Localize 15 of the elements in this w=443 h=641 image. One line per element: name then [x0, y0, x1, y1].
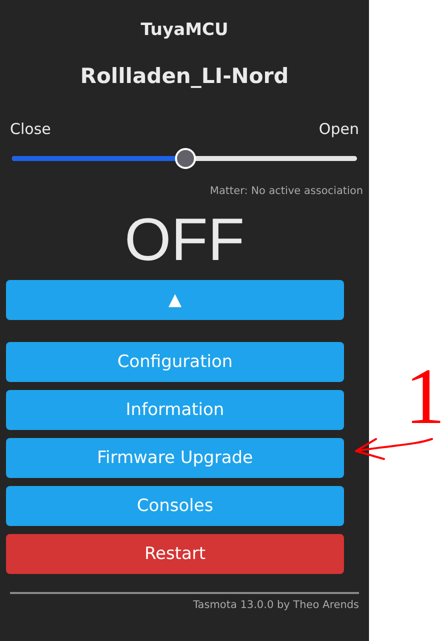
- power-state: OFF: [124, 209, 246, 271]
- menu-button[interactable]: Firmware Upgrade: [6, 438, 344, 478]
- up-button[interactable]: ▲: [6, 280, 344, 320]
- matter-status: Matter: No active association: [208, 184, 363, 198]
- close-label: Close: [10, 119, 51, 139]
- module-title: TuyaMCU: [140, 19, 230, 42]
- open-label: Open: [318, 119, 359, 139]
- annotation-number: 1: [405, 352, 443, 442]
- slider-thumb[interactable]: [174, 148, 196, 169]
- device-name: Rollladen_LI-Nord: [79, 63, 290, 90]
- footer-text: Tasmota 13.0.0 by Theo Arends: [192, 599, 359, 611]
- restart-button[interactable]: Restart: [6, 534, 344, 574]
- menu-button[interactable]: Information: [6, 390, 344, 430]
- menu-button[interactable]: Consoles: [6, 486, 344, 526]
- menu-button[interactable]: Configuration: [6, 342, 344, 382]
